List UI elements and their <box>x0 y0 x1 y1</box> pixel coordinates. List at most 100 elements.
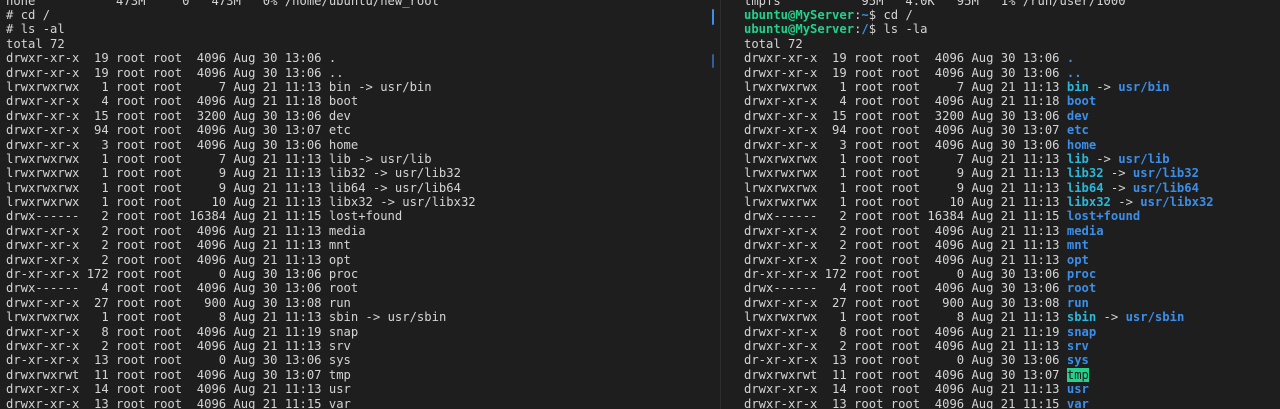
entry-name: .. <box>328 65 344 80</box>
symlink-arrow: -> <box>372 195 403 210</box>
command-text: ls -la <box>883 22 928 37</box>
total-line: total 72 <box>744 36 803 51</box>
listing-attributes: drwxr-xr-x 13 root root 4096 Aug 21 11:1… <box>744 396 1067 409</box>
listing-row: drwxr-xr-x 94 root root 4096 Aug 30 13:0… <box>6 123 712 137</box>
entry-name: .. <box>1066 65 1082 80</box>
prompt-user-host: ubuntu@MyServer <box>744 8 855 22</box>
listing-row: lrwxrwxrwx 1 root root 7 Aug 21 11:13 bi… <box>6 80 712 94</box>
listing-attributes: drwxr-xr-x 14 root root 4096 Aug 21 11:1… <box>744 382 1067 397</box>
right-terminal-pane[interactable]: tmpfs 95M 4.0K 95M 1% /run/user/1000 ubu… <box>724 0 1280 409</box>
listing-row: drwx------ 4 root root 4096 Aug 30 13:06… <box>6 281 712 295</box>
listing-attributes: drwxr-xr-x 3 root root 4096 Aug 30 13:06 <box>744 137 1067 152</box>
symlink-arrow: -> <box>350 151 381 166</box>
symlink-name: sbin <box>328 310 359 325</box>
listing-row: dr-xr-xr-x 172 root root 0 Aug 30 13:06 … <box>6 267 712 281</box>
pane-divider[interactable] <box>720 0 721 409</box>
listing-row: lrwxrwxrwx 1 root root 9 Aug 21 11:13 li… <box>744 181 1280 195</box>
listing-attributes: drwxr-xr-x 19 root root 4096 Aug 30 13:0… <box>744 51 1067 66</box>
symlink-target: usr/libx32 <box>1140 195 1214 210</box>
prompt-symbol: $ <box>868 8 877 22</box>
entry-name: home <box>328 137 359 152</box>
listing-row: drwxrwxrwt 11 root root 4096 Aug 30 13:0… <box>744 367 1280 382</box>
command-text: cd / <box>883 8 913 22</box>
listing-row: lrwxrwxrwx 1 root root 10 Aug 21 11:13 l… <box>6 195 712 209</box>
entry-name: usr <box>1066 382 1089 397</box>
listing-attributes: drwxrwxrwt 11 root root 4096 Aug 30 13:0… <box>6 367 329 382</box>
listing-row: drwxr-xr-x 2 root root 4096 Aug 21 11:13… <box>6 339 712 353</box>
listing-attributes: drwxrwxrwt 11 root root 4096 Aug 30 13:0… <box>744 367 1067 382</box>
listing-row: drwxr-xr-x 2 root root 4096 Aug 21 11:13… <box>744 253 1280 267</box>
listing-attributes: drwxr-xr-x 15 root root 3200 Aug 30 13:0… <box>6 108 329 123</box>
symlink-name: sbin <box>1066 310 1097 325</box>
root-prompt: # <box>6 22 14 37</box>
listing-row: lrwxrwxrwx 1 root root 7 Aug 21 11:13 li… <box>744 152 1280 166</box>
listing-row: drwx------ 4 root root 4096 Aug 30 13:06… <box>744 281 1280 295</box>
entry-name: proc <box>328 267 359 282</box>
entry-name: snap <box>328 324 359 339</box>
listing-attributes: drwxr-xr-x 94 root root 4096 Aug 30 13:0… <box>744 123 1067 138</box>
symlink-target: usr/sbin <box>1125 310 1185 325</box>
listing-attributes: drwxr-xr-x 15 root root 3200 Aug 30 13:0… <box>744 108 1067 123</box>
prompt-path: ~ <box>861 8 869 22</box>
entry-name: boot <box>328 94 359 109</box>
listing-row: dr-xr-xr-x 13 root root 0 Aug 30 13:06 s… <box>6 353 712 367</box>
listing-attributes: drwxr-xr-x 19 root root 4096 Aug 30 13:0… <box>744 65 1067 80</box>
listing-attributes: drwxr-xr-x 19 root root 4096 Aug 30 13:0… <box>6 51 329 66</box>
symlink-target: usr/libx32 <box>402 195 476 210</box>
entry-name: dev <box>328 108 351 123</box>
entry-name: opt <box>1066 252 1089 267</box>
entry-name: run <box>328 295 351 310</box>
entry-name: srv <box>1066 338 1089 353</box>
command-text: ls -al <box>20 22 65 37</box>
terminal-screen: none 473M 0 473M 0% /home/ubuntu/new_roo… <box>0 0 1280 409</box>
listing-attributes: drwx------ 2 root root 16384 Aug 21 11:1… <box>744 209 1067 224</box>
df-output-line: none 473M 0 473M 0% /home/ubuntu/new_roo… <box>6 0 439 8</box>
entry-name: media <box>328 223 366 238</box>
symlink-arrow: -> <box>1103 166 1133 181</box>
listing-attributes: drwxr-xr-x 2 root root 4096 Aug 21 11:13 <box>744 223 1067 238</box>
command-line-ls: # ls -al <box>6 22 712 36</box>
entry-name: tmp <box>328 367 351 382</box>
left-terminal-pane[interactable]: none 473M 0 473M 0% /home/ubuntu/new_roo… <box>0 0 712 409</box>
listing-attributes: lrwxrwxrwx 1 root root 8 Aug 21 11:13 <box>744 310 1067 325</box>
entry-name: proc <box>1066 267 1097 282</box>
left-scrollbar-thumb[interactable] <box>712 9 714 25</box>
listing-row: lrwxrwxrwx 1 root root 9 Aug 21 11:13 li… <box>744 166 1280 180</box>
symlink-target: usr/bin <box>1118 79 1170 94</box>
listing-row: drwx------ 2 root root 16384 Aug 21 11:1… <box>744 209 1280 223</box>
listing-row: lrwxrwxrwx 1 root root 8 Aug 21 11:13 sb… <box>744 310 1280 324</box>
listing-row: lrwxrwxrwx 1 root root 9 Aug 21 11:13 li… <box>6 166 712 180</box>
listing-attributes: drwxr-xr-x 4 root root 4096 Aug 21 11:18 <box>6 94 329 109</box>
entry-name: root <box>328 281 359 296</box>
symlink-arrow: -> <box>1088 151 1119 166</box>
entry-name: . <box>328 51 337 66</box>
listing-attributes: drwxr-xr-x 2 root root 4096 Aug 21 11:13 <box>6 252 329 267</box>
symlink-arrow: -> <box>350 79 381 94</box>
symlink-name: lib <box>1066 151 1089 166</box>
listing-row: lrwxrwxrwx 1 root root 7 Aug 21 11:13 bi… <box>744 80 1280 94</box>
listing-row: drwxr-xr-x 4 root root 4096 Aug 21 11:18… <box>6 94 712 108</box>
symlink-arrow: -> <box>1110 195 1141 210</box>
listing-attributes: lrwxrwxrwx 1 root root 7 Aug 21 11:13 <box>6 151 329 166</box>
symlink-arrow: -> <box>1103 180 1133 195</box>
listing-row: drwxr-xr-x 2 root root 4096 Aug 21 11:13… <box>744 339 1280 353</box>
entry-name: mnt <box>1066 238 1089 253</box>
listing-row: drwxr-xr-x 13 root root 4096 Aug 21 11:1… <box>744 397 1280 409</box>
listing-attributes: drwxr-xr-x 4 root root 4096 Aug 21 11:18 <box>744 94 1067 109</box>
listing-row: drwxrwxrwt 11 root root 4096 Aug 30 13:0… <box>6 368 712 382</box>
listing-row: drwxr-xr-x 3 root root 4096 Aug 30 13:06… <box>6 138 712 152</box>
listing-row: drwxr-xr-x 19 root root 4096 Aug 30 13:0… <box>6 66 712 80</box>
command-line-cd: ubuntu@MyServer:~$ cd / <box>744 8 913 22</box>
listing-attributes: drwxr-xr-x 19 root root 4096 Aug 30 13:0… <box>6 65 329 80</box>
listing-row: drwxr-xr-x 19 root root 4096 Aug 30 13:0… <box>6 51 712 65</box>
listing-attributes: dr-xr-xr-x 13 root root 0 Aug 30 13:06 <box>6 353 329 368</box>
command-line-cd: # cd / <box>6 8 712 22</box>
listing-attributes: drwx------ 4 root root 4096 Aug 30 13:06 <box>6 281 329 296</box>
listing-row: drwxr-xr-x 2 root root 4096 Aug 21 11:13… <box>744 238 1280 252</box>
entry-name: etc <box>1066 123 1089 138</box>
symlink-target: usr/bin <box>380 79 432 94</box>
listing-attributes: lrwxrwxrwx 1 root root 9 Aug 21 11:13 <box>6 166 329 181</box>
prompt-user-host: ubuntu@MyServer <box>744 22 855 37</box>
entry-name: snap <box>1066 324 1097 339</box>
listing-attributes: lrwxrwxrwx 1 root root 7 Aug 21 11:13 <box>6 79 329 94</box>
